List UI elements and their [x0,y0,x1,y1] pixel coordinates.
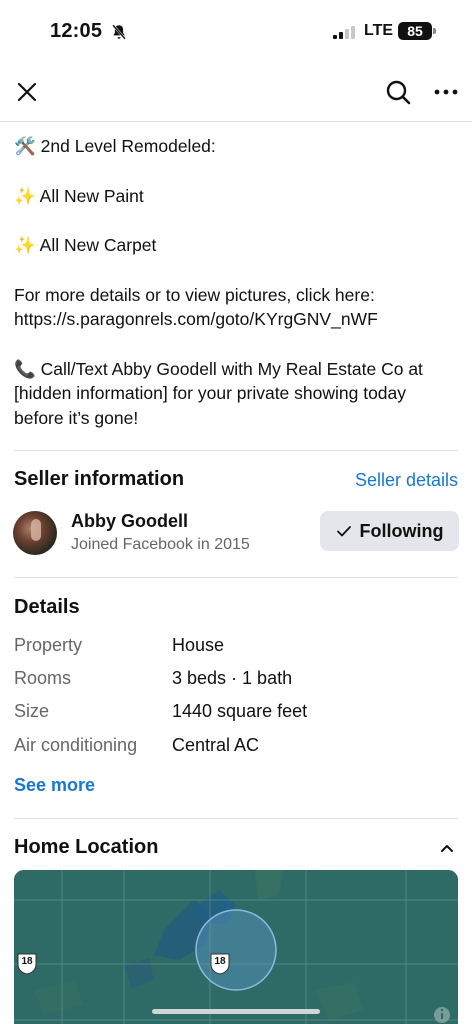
detail-key: Property [14,635,83,655]
details-section-title: Details [14,596,80,618]
following-button[interactable]: Following [320,511,459,551]
search-button[interactable] [382,76,414,108]
seller-joined-date: Joined Facebook in 2015 [71,536,250,553]
home-location-title: Home Location [14,836,159,858]
listing-content: 🛠️ 2nd Level Remodeled: ✨ All New Paint … [0,122,472,875]
description-link-line[interactable]: For more details or to view pictures, cl… [14,283,458,332]
status-bar: 12:05 LTE 85 [0,0,472,64]
seller-section-header: Seller information Seller details [0,451,472,509]
detail-value: 3 beds · 1 bath [172,668,293,688]
home-indicator [152,1009,320,1014]
more-options-button[interactable] [430,76,462,108]
home-location-header: Home Location [0,819,472,875]
listing-description: 🛠️ 2nd Level Remodeled: ✨ All New Paint … [0,122,472,430]
route-shield-label: 18 [21,956,33,967]
map-canvas [14,870,458,1024]
more-dots-icon [434,89,458,95]
description-line: ✨ All New Carpet [14,235,157,255]
seller-details-link[interactable]: Seller details [355,470,458,491]
detail-key: Air conditioning [14,735,138,755]
collapse-section-button[interactable] [436,837,458,859]
checkmark-icon [336,526,351,537]
seller-row: Abby Goodell Joined Facebook in 2015 Fol… [0,509,472,577]
detail-value: Central AC [172,735,260,755]
detail-value: House [172,635,225,655]
top-nav-bar [0,64,472,122]
see-more-link[interactable]: See more [14,775,95,796]
detail-key: Rooms [14,668,72,688]
network-type: LTE [364,22,394,39]
battery-tip [433,28,436,34]
cellular-signal-icon [333,25,357,39]
chevron-up-icon [441,845,453,852]
close-button[interactable] [11,76,43,108]
status-time: 12:05 [50,20,103,42]
close-icon [17,82,37,102]
home-location-map[interactable]: 18 18 [14,870,458,1024]
seller-section-title: Seller information [14,468,185,490]
seller-avatar[interactable] [13,511,57,555]
detail-key: Size [14,701,50,721]
battery-indicator: 85 [398,22,432,40]
description-line: ✨ All New Paint [14,185,144,206]
seller-name[interactable]: Abby Goodell [71,511,188,532]
following-label: Following [359,520,444,541]
bell-slash-icon [112,24,126,40]
description-line: 📞 Call/Text Abby Goodell with My Real Es… [14,358,423,428]
detail-value: 1440 square feet [172,701,308,721]
map-info-icon[interactable] [434,1007,450,1023]
details-section: Details Property House Rooms 3 beds · 1 … [0,578,472,818]
search-icon [386,80,411,105]
route-shield-label: 18 [214,956,226,967]
description-line: 🛠️ 2nd Level Remodeled: [14,136,216,156]
